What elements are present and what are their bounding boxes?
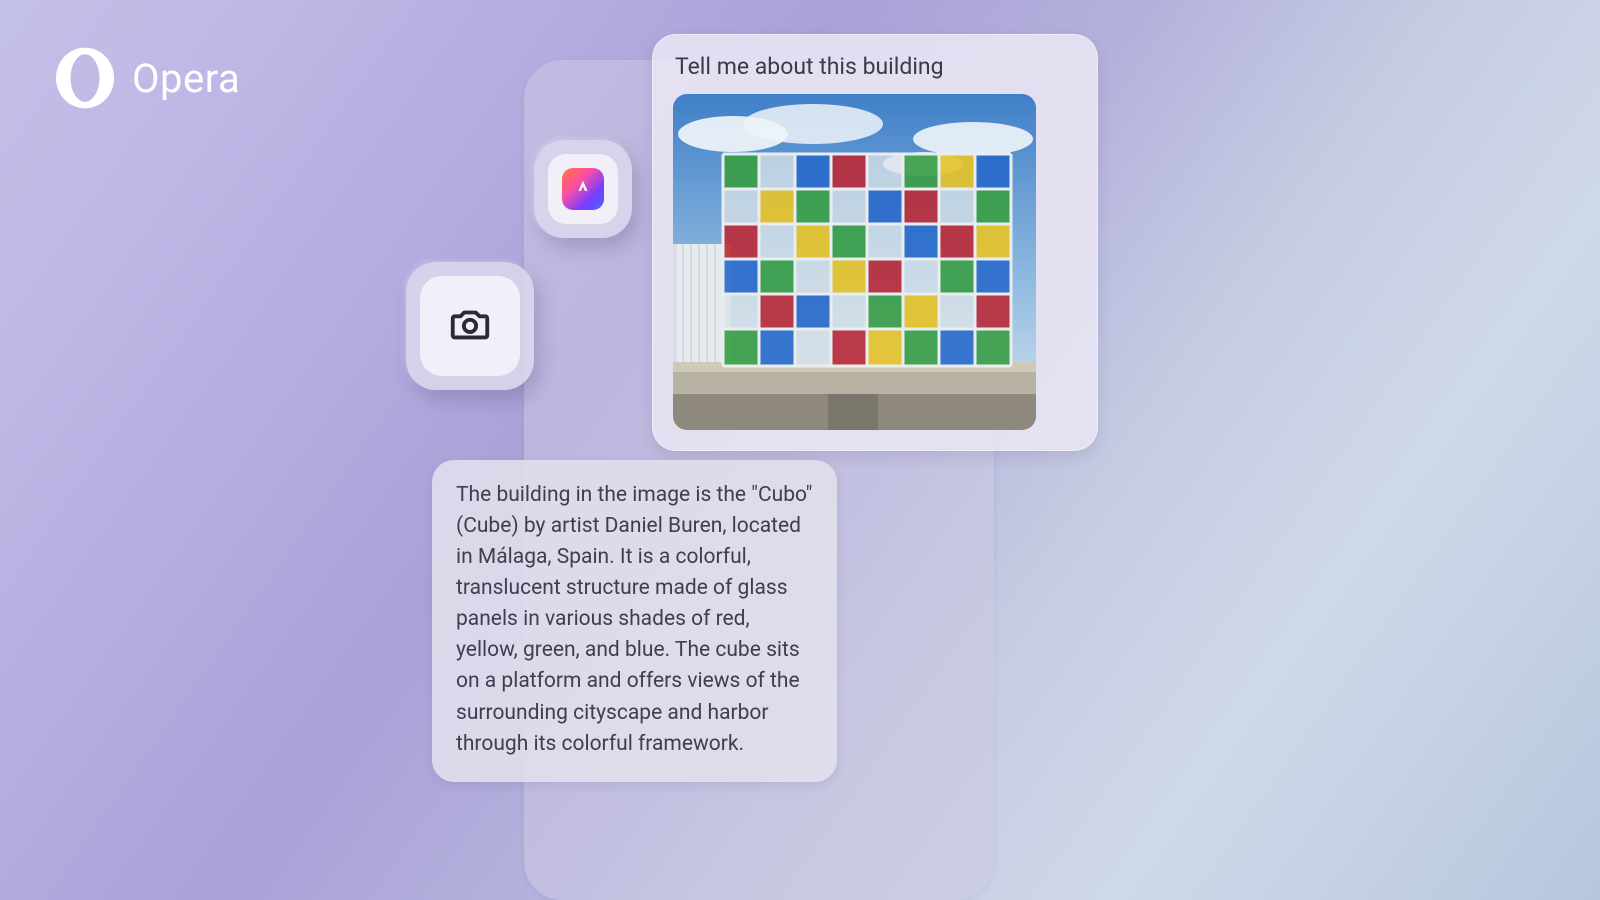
opera-logo-text: Opera (132, 55, 240, 102)
user-query-text: Tell me about this building (675, 53, 1077, 80)
opera-logo: Opera (52, 45, 240, 111)
query-attached-image[interactable] (673, 94, 1036, 430)
user-query-card: Tell me about this building (652, 34, 1098, 451)
aria-ai-tile[interactable] (534, 140, 632, 238)
camera-icon (447, 301, 493, 351)
opera-logo-icon (52, 45, 118, 111)
camera-tile[interactable] (406, 262, 534, 390)
ai-response-card: The building in the image is the "Cubo" … (432, 460, 837, 782)
aria-ai-icon (562, 168, 604, 210)
ai-response-text: The building in the image is the "Cubo" … (456, 480, 813, 760)
